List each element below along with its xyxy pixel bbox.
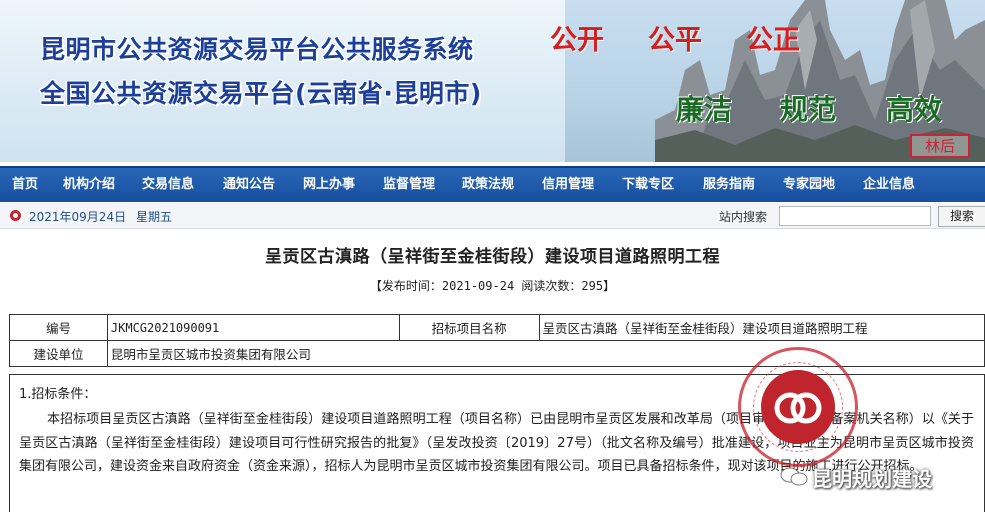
code-label: 编号 [9,314,108,341]
date-bullet-icon [10,210,21,221]
site-title: 昆明市公共资源交易平台公共服务系统 [40,35,474,64]
seal-logo-icon [774,392,822,424]
nav-about[interactable]: 机构介绍 [63,168,115,202]
date-search-bar: 2021年09月24日 星期五 站内搜索 搜索 [0,203,985,229]
nav-experts[interactable]: 专家园地 [783,168,835,202]
seal-center [761,370,835,444]
nav-policy[interactable]: 政策法规 [462,168,514,202]
search-input[interactable] [779,206,931,226]
nav-supervision[interactable]: 监督管理 [383,168,435,202]
motto-standard: 规范 [780,93,837,126]
motto-efficient: 高效 [886,93,943,126]
motto-just: 公正 [746,25,800,56]
nav-downloads[interactable]: 下载专区 [622,168,674,202]
site-subtitle: 全国公共资源交易平台(云南省·昆明市) [40,79,482,108]
project-name-value: 呈贡区古滇路（呈祥街至金桂街段）建设项目道路照明工程 [538,314,985,341]
code-value: JKMCG2021090091 [106,314,400,341]
unit-label: 建设单位 [9,340,108,367]
current-date: 2021年09月24日 [29,210,127,224]
wechat-icon [780,467,808,486]
watermark-text: 昆明规划建设 [812,467,932,491]
header-banner: 昆明市公共资源交易平台公共服务系统 全国公共资源交易平台(云南省·昆明市) 公开… [0,0,985,162]
official-seal-icon [738,347,858,467]
project-name-label: 招标项目名称 [398,314,540,341]
search-button[interactable]: 搜索 [938,206,985,227]
motto-clean: 廉洁 [676,93,733,126]
unit-value: 昆明市呈贡区城市投资集团有限公司 [106,340,985,367]
table-row: 编号 JKMCG2021090091 招标项目名称 呈贡区古滇路（呈祥街至金桂街… [9,314,985,341]
article-meta: 【发布时间：2021-09-24 阅读次数：295】 [369,279,616,293]
nav-trade-info[interactable]: 交易信息 [142,168,194,202]
search-label: 站内搜索 [719,210,768,224]
banner-stamp: 林后 [910,134,970,158]
nav-guide[interactable]: 服务指南 [703,168,755,202]
nav-home[interactable]: 首页 [12,168,38,202]
nav-notices[interactable]: 通知公告 [223,168,275,202]
current-weekday: 星期五 [136,210,173,224]
nav-online-service[interactable]: 网上办事 [303,168,355,202]
main-nav: 首页 机构介绍 交易信息 通知公告 网上办事 监督管理 政策法规 信用管理 下载… [0,166,985,202]
nav-credit[interactable]: 信用管理 [542,168,594,202]
section-heading: 1.招标条件： [19,387,97,402]
motto-fair: 公平 [648,25,702,56]
nav-companies[interactable]: 企业信息 [863,168,915,202]
article-title: 呈贡区古滇路（呈祥街至金桂街段）建设项目道路照明工程 [265,247,720,267]
project-info-table: 编号 JKMCG2021090091 招标项目名称 呈贡区古滇路（呈祥街至金桂街… [9,314,985,367]
motto-open: 公开 [550,25,604,56]
